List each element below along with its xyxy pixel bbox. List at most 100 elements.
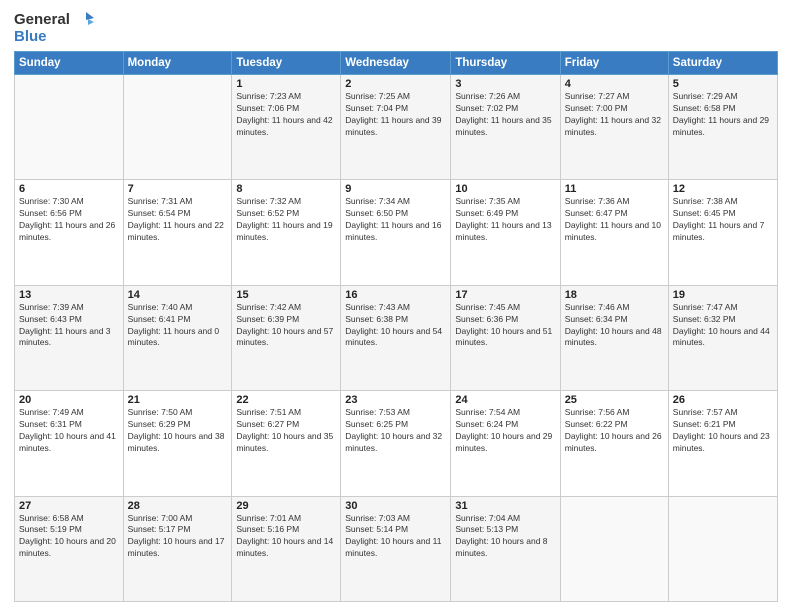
calendar-cell: 14Sunrise: 7:40 AM Sunset: 6:41 PM Dayli… bbox=[123, 285, 232, 390]
weekday-header-sunday: Sunday bbox=[15, 52, 124, 75]
logo-bird-icon bbox=[72, 12, 94, 28]
week-row-4: 20Sunrise: 7:49 AM Sunset: 6:31 PM Dayli… bbox=[15, 391, 778, 496]
logo-general-text: General bbox=[14, 12, 70, 29]
day-info: Sunrise: 7:35 AM Sunset: 6:49 PM Dayligh… bbox=[455, 196, 555, 244]
day-number: 31 bbox=[455, 500, 555, 512]
day-info: Sunrise: 7:40 AM Sunset: 6:41 PM Dayligh… bbox=[128, 302, 228, 350]
calendar-cell: 31Sunrise: 7:04 AM Sunset: 5:13 PM Dayli… bbox=[451, 496, 560, 601]
calendar-page: General Blue SundayMondayTuesdayWednesda… bbox=[0, 0, 792, 612]
day-number: 11 bbox=[565, 183, 664, 195]
calendar-cell: 26Sunrise: 7:57 AM Sunset: 6:21 PM Dayli… bbox=[668, 391, 777, 496]
weekday-header-tuesday: Tuesday bbox=[232, 52, 341, 75]
calendar-cell: 5Sunrise: 7:29 AM Sunset: 6:58 PM Daylig… bbox=[668, 75, 777, 180]
calendar-cell: 12Sunrise: 7:38 AM Sunset: 6:45 PM Dayli… bbox=[668, 180, 777, 285]
day-number: 20 bbox=[19, 394, 119, 406]
day-info: Sunrise: 7:51 AM Sunset: 6:27 PM Dayligh… bbox=[236, 407, 336, 455]
day-info: Sunrise: 7:47 AM Sunset: 6:32 PM Dayligh… bbox=[673, 302, 773, 350]
day-info: Sunrise: 7:30 AM Sunset: 6:56 PM Dayligh… bbox=[19, 196, 119, 244]
day-number: 4 bbox=[565, 78, 664, 90]
day-number: 16 bbox=[345, 289, 446, 301]
calendar-cell: 21Sunrise: 7:50 AM Sunset: 6:29 PM Dayli… bbox=[123, 391, 232, 496]
calendar-cell bbox=[560, 496, 668, 601]
day-number: 25 bbox=[565, 394, 664, 406]
weekday-header-wednesday: Wednesday bbox=[341, 52, 451, 75]
day-info: Sunrise: 7:25 AM Sunset: 7:04 PM Dayligh… bbox=[345, 91, 446, 139]
weekday-header-saturday: Saturday bbox=[668, 52, 777, 75]
weekday-header-row: SundayMondayTuesdayWednesdayThursdayFrid… bbox=[15, 52, 778, 75]
day-number: 13 bbox=[19, 289, 119, 301]
day-info: Sunrise: 7:38 AM Sunset: 6:45 PM Dayligh… bbox=[673, 196, 773, 244]
calendar-cell: 15Sunrise: 7:42 AM Sunset: 6:39 PM Dayli… bbox=[232, 285, 341, 390]
calendar-cell: 22Sunrise: 7:51 AM Sunset: 6:27 PM Dayli… bbox=[232, 391, 341, 496]
calendar-cell: 30Sunrise: 7:03 AM Sunset: 5:14 PM Dayli… bbox=[341, 496, 451, 601]
day-info: Sunrise: 7:26 AM Sunset: 7:02 PM Dayligh… bbox=[455, 91, 555, 139]
day-info: Sunrise: 7:23 AM Sunset: 7:06 PM Dayligh… bbox=[236, 91, 336, 139]
weekday-header-thursday: Thursday bbox=[451, 52, 560, 75]
day-number: 8 bbox=[236, 183, 336, 195]
day-info: Sunrise: 7:45 AM Sunset: 6:36 PM Dayligh… bbox=[455, 302, 555, 350]
header: General Blue bbox=[14, 12, 778, 45]
calendar-cell: 27Sunrise: 6:58 AM Sunset: 5:19 PM Dayli… bbox=[15, 496, 124, 601]
calendar-cell: 23Sunrise: 7:53 AM Sunset: 6:25 PM Dayli… bbox=[341, 391, 451, 496]
day-info: Sunrise: 7:34 AM Sunset: 6:50 PM Dayligh… bbox=[345, 196, 446, 244]
calendar-cell: 16Sunrise: 7:43 AM Sunset: 6:38 PM Dayli… bbox=[341, 285, 451, 390]
day-info: Sunrise: 7:27 AM Sunset: 7:00 PM Dayligh… bbox=[565, 91, 664, 139]
calendar-cell: 3Sunrise: 7:26 AM Sunset: 7:02 PM Daylig… bbox=[451, 75, 560, 180]
day-info: Sunrise: 7:04 AM Sunset: 5:13 PM Dayligh… bbox=[455, 513, 555, 561]
calendar-cell: 2Sunrise: 7:25 AM Sunset: 7:04 PM Daylig… bbox=[341, 75, 451, 180]
day-info: Sunrise: 7:53 AM Sunset: 6:25 PM Dayligh… bbox=[345, 407, 446, 455]
calendar-cell: 9Sunrise: 7:34 AM Sunset: 6:50 PM Daylig… bbox=[341, 180, 451, 285]
day-info: Sunrise: 7:57 AM Sunset: 6:21 PM Dayligh… bbox=[673, 407, 773, 455]
calendar-cell: 8Sunrise: 7:32 AM Sunset: 6:52 PM Daylig… bbox=[232, 180, 341, 285]
calendar-cell bbox=[123, 75, 232, 180]
day-number: 17 bbox=[455, 289, 555, 301]
day-number: 29 bbox=[236, 500, 336, 512]
day-number: 1 bbox=[236, 78, 336, 90]
day-number: 28 bbox=[128, 500, 228, 512]
calendar-cell: 4Sunrise: 7:27 AM Sunset: 7:00 PM Daylig… bbox=[560, 75, 668, 180]
calendar-table: SundayMondayTuesdayWednesdayThursdayFrid… bbox=[14, 51, 778, 602]
calendar-cell: 29Sunrise: 7:01 AM Sunset: 5:16 PM Dayli… bbox=[232, 496, 341, 601]
day-number: 24 bbox=[455, 394, 555, 406]
calendar-cell bbox=[668, 496, 777, 601]
calendar-cell: 6Sunrise: 7:30 AM Sunset: 6:56 PM Daylig… bbox=[15, 180, 124, 285]
calendar-cell: 19Sunrise: 7:47 AM Sunset: 6:32 PM Dayli… bbox=[668, 285, 777, 390]
day-info: Sunrise: 7:00 AM Sunset: 5:17 PM Dayligh… bbox=[128, 513, 228, 561]
calendar-cell: 25Sunrise: 7:56 AM Sunset: 6:22 PM Dayli… bbox=[560, 391, 668, 496]
calendar-cell: 24Sunrise: 7:54 AM Sunset: 6:24 PM Dayli… bbox=[451, 391, 560, 496]
day-info: Sunrise: 7:39 AM Sunset: 6:43 PM Dayligh… bbox=[19, 302, 119, 350]
day-info: Sunrise: 7:56 AM Sunset: 6:22 PM Dayligh… bbox=[565, 407, 664, 455]
day-number: 19 bbox=[673, 289, 773, 301]
calendar-cell: 28Sunrise: 7:00 AM Sunset: 5:17 PM Dayli… bbox=[123, 496, 232, 601]
day-number: 12 bbox=[673, 183, 773, 195]
day-info: Sunrise: 7:46 AM Sunset: 6:34 PM Dayligh… bbox=[565, 302, 664, 350]
day-number: 27 bbox=[19, 500, 119, 512]
calendar-cell bbox=[15, 75, 124, 180]
day-info: Sunrise: 7:43 AM Sunset: 6:38 PM Dayligh… bbox=[345, 302, 446, 350]
day-number: 7 bbox=[128, 183, 228, 195]
day-number: 26 bbox=[673, 394, 773, 406]
day-number: 22 bbox=[236, 394, 336, 406]
day-info: Sunrise: 7:03 AM Sunset: 5:14 PM Dayligh… bbox=[345, 513, 446, 561]
calendar-cell: 13Sunrise: 7:39 AM Sunset: 6:43 PM Dayli… bbox=[15, 285, 124, 390]
calendar-cell: 11Sunrise: 7:36 AM Sunset: 6:47 PM Dayli… bbox=[560, 180, 668, 285]
calendar-cell: 17Sunrise: 7:45 AM Sunset: 6:36 PM Dayli… bbox=[451, 285, 560, 390]
day-info: Sunrise: 7:42 AM Sunset: 6:39 PM Dayligh… bbox=[236, 302, 336, 350]
day-number: 30 bbox=[345, 500, 446, 512]
day-info: Sunrise: 7:29 AM Sunset: 6:58 PM Dayligh… bbox=[673, 91, 773, 139]
calendar-cell: 10Sunrise: 7:35 AM Sunset: 6:49 PM Dayli… bbox=[451, 180, 560, 285]
week-row-1: 1Sunrise: 7:23 AM Sunset: 7:06 PM Daylig… bbox=[15, 75, 778, 180]
week-row-3: 13Sunrise: 7:39 AM Sunset: 6:43 PM Dayli… bbox=[15, 285, 778, 390]
logo-svg: General Blue bbox=[14, 12, 94, 45]
weekday-header-friday: Friday bbox=[560, 52, 668, 75]
day-info: Sunrise: 7:31 AM Sunset: 6:54 PM Dayligh… bbox=[128, 196, 228, 244]
calendar-cell: 20Sunrise: 7:49 AM Sunset: 6:31 PM Dayli… bbox=[15, 391, 124, 496]
week-row-5: 27Sunrise: 6:58 AM Sunset: 5:19 PM Dayli… bbox=[15, 496, 778, 601]
weekday-header-monday: Monday bbox=[123, 52, 232, 75]
day-info: Sunrise: 7:01 AM Sunset: 5:16 PM Dayligh… bbox=[236, 513, 336, 561]
day-number: 2 bbox=[345, 78, 446, 90]
day-number: 14 bbox=[128, 289, 228, 301]
day-number: 18 bbox=[565, 289, 664, 301]
day-number: 15 bbox=[236, 289, 336, 301]
day-info: Sunrise: 7:50 AM Sunset: 6:29 PM Dayligh… bbox=[128, 407, 228, 455]
